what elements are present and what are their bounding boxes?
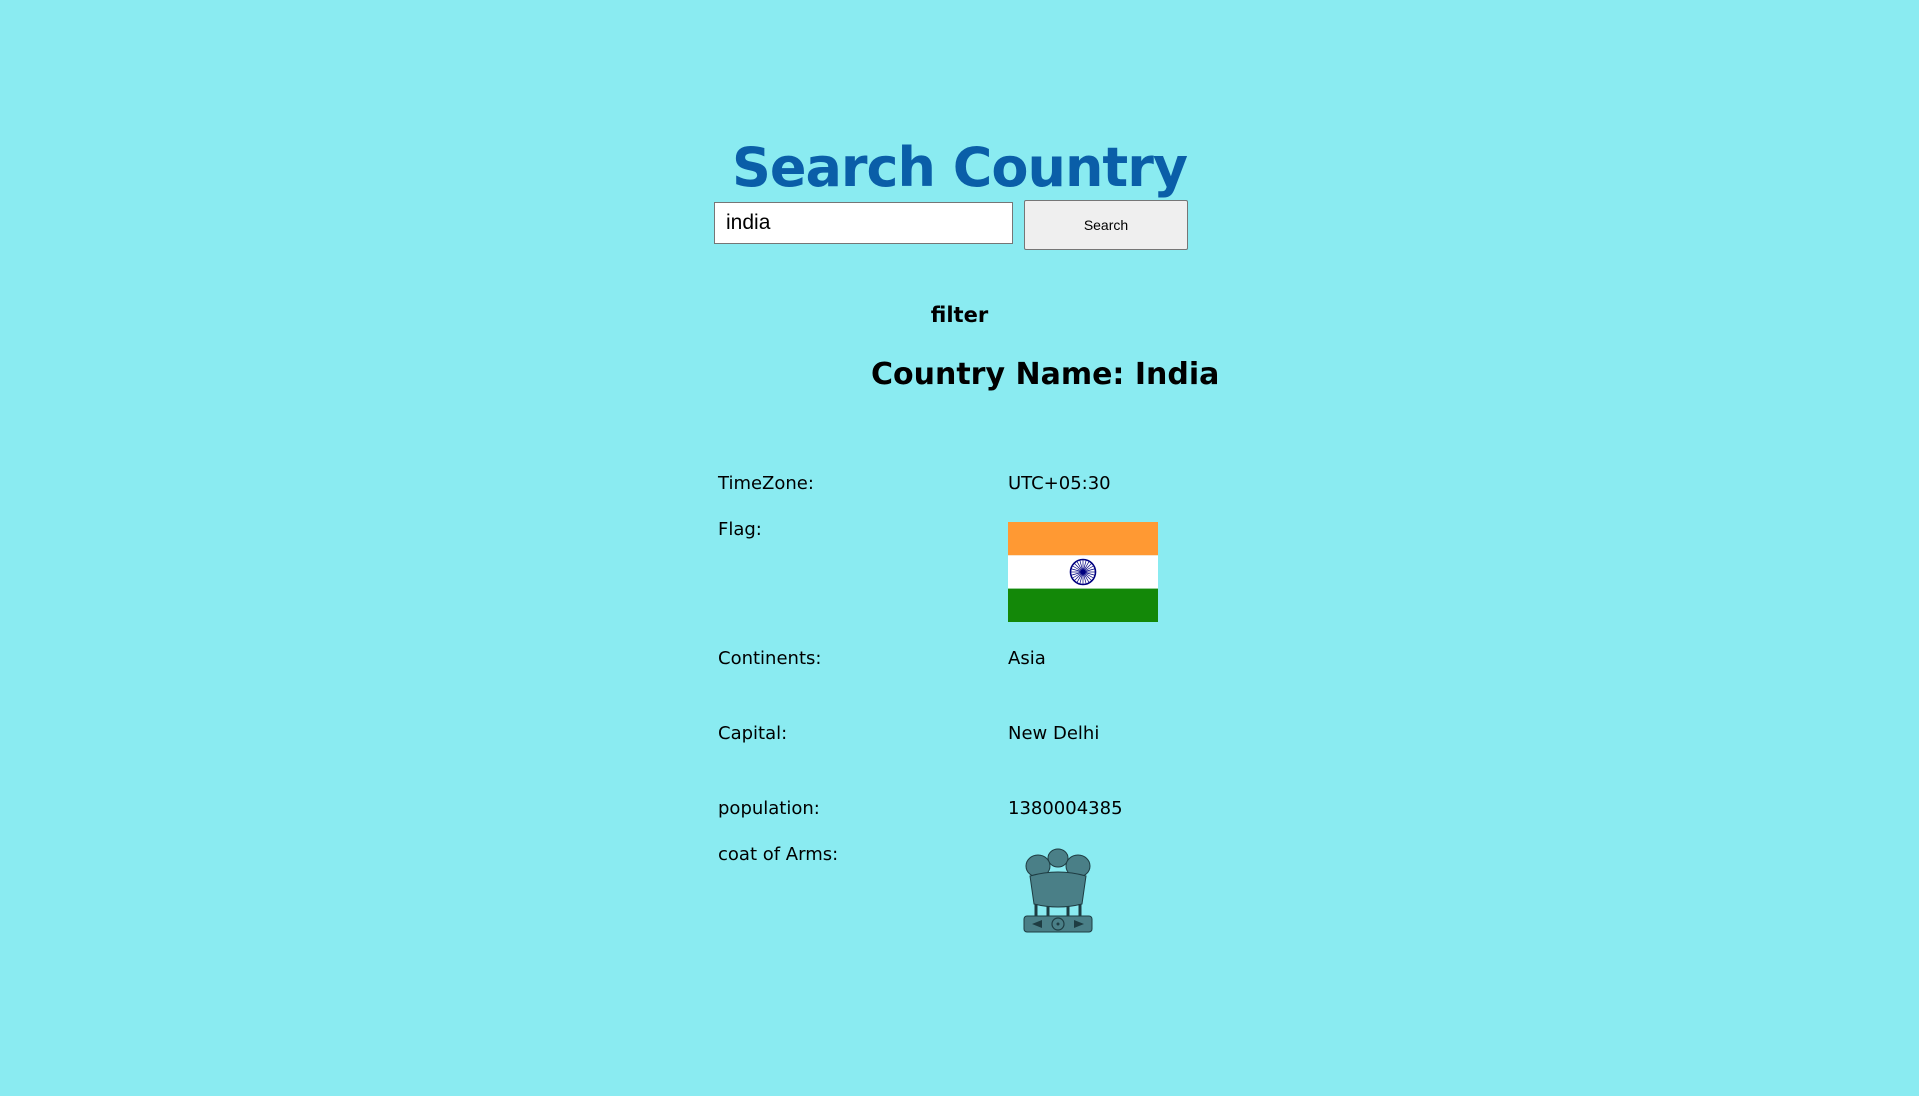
search-button[interactable]: Search [1024, 200, 1188, 250]
continents-label: Continents: [718, 648, 822, 669]
population-label: population: [718, 798, 820, 819]
filter-label: filter [930, 303, 989, 327]
coat-of-arms-label: coat of Arms: [718, 844, 839, 865]
india-emblem-icon [1008, 846, 1109, 950]
india-flag-icon [1008, 522, 1158, 622]
capital-label: Capital: [718, 723, 788, 744]
timezone-label: TimeZone: [718, 473, 814, 494]
capital-value: New Delhi [1008, 723, 1100, 744]
page-title: Search Country [731, 136, 1188, 199]
population-value: 1380004385 [1008, 798, 1123, 819]
flag-label: Flag: [718, 519, 762, 540]
timezone-value: UTC+05:30 [1008, 473, 1111, 494]
search-input[interactable] [714, 202, 1013, 244]
continents-value: Asia [1008, 648, 1046, 669]
country-name-heading: Country Name: India [871, 357, 1220, 392]
